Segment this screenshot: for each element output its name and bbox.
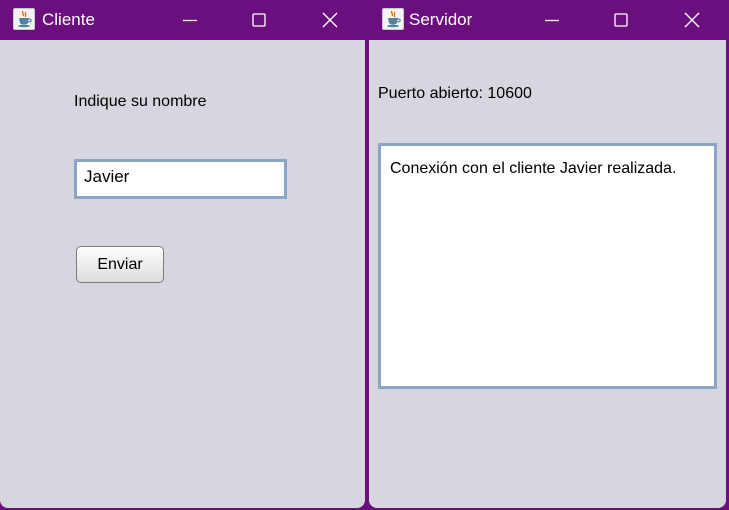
log-textarea[interactable]: Conexión con el cliente Javier realizada… bbox=[378, 143, 717, 389]
minimize-icon[interactable] bbox=[176, 6, 204, 34]
cliente-window: Cliente Indique su nombre Javier Enviar bbox=[0, 0, 365, 508]
java-cup-icon bbox=[13, 8, 35, 30]
window-title: Servidor bbox=[409, 10, 473, 29]
java-cup-icon bbox=[382, 8, 404, 30]
maximize-icon[interactable] bbox=[607, 6, 635, 34]
window-title: Cliente bbox=[42, 10, 95, 29]
servidor-window: Servidor Puerto abierto: 10600 Conexión … bbox=[369, 0, 726, 508]
servidor-titlebar[interactable]: Servidor bbox=[369, 0, 726, 40]
name-prompt-label: Indique su nombre bbox=[74, 93, 207, 110]
close-icon[interactable] bbox=[678, 6, 706, 34]
maximize-icon[interactable] bbox=[245, 6, 273, 34]
send-button[interactable]: Enviar bbox=[76, 246, 164, 283]
close-icon[interactable] bbox=[316, 6, 344, 34]
name-input[interactable]: Javier bbox=[74, 159, 287, 199]
desktop: Cliente Indique su nombre Javier Enviar bbox=[0, 0, 729, 510]
cliente-titlebar[interactable]: Cliente bbox=[0, 0, 365, 40]
minimize-icon[interactable] bbox=[538, 6, 566, 34]
port-label: Puerto abierto: 10600 bbox=[378, 85, 532, 102]
